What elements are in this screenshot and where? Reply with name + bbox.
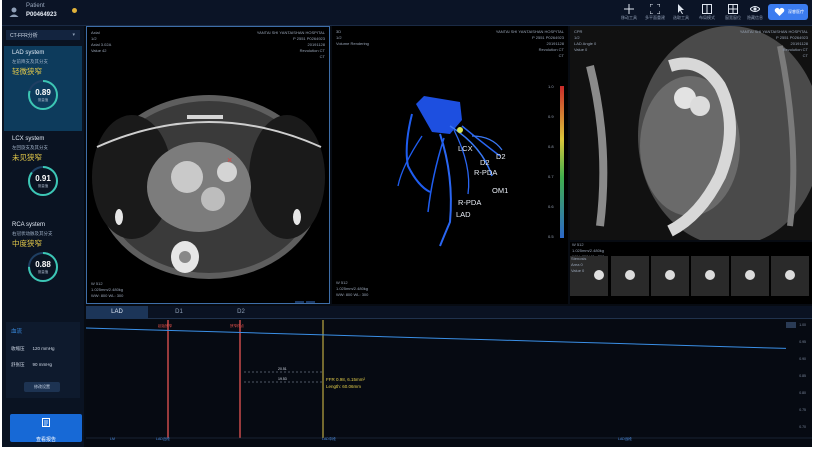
patient-name: Patient xyxy=(26,3,45,9)
curved-mpr-viewport[interactable]: CPR 1/2 LAD Angle 0 Value 0 YANTAI SHI YAN… xyxy=(570,26,812,240)
status-text: 未见狭窄 xyxy=(12,153,42,162)
vessel-label-r-pda-2: R-PDA xyxy=(458,198,482,207)
cross-section-thumb[interactable] xyxy=(771,256,809,296)
cross-section-thumb[interactable] xyxy=(731,256,769,296)
mpr-tool-button[interactable]: 多平面重建 xyxy=(641,3,669,23)
ffr-curve xyxy=(86,327,787,349)
vessel-label-lad: LAD xyxy=(456,210,471,219)
patient-id: P00464923 xyxy=(26,12,57,18)
cross-section-thumb[interactable] xyxy=(651,256,689,296)
crosshair-icon xyxy=(624,4,634,14)
focus-icon xyxy=(650,4,660,14)
chevron-down-icon: ▾ xyxy=(72,32,75,38)
vessel-label-r-pda: R-PDA xyxy=(474,168,498,177)
left-panel: CT-FFR分析 ▾ LAD system 左前降支及其分支 轻微狭窄 0.89… xyxy=(2,26,84,447)
vessel-label-om1: OM1 xyxy=(492,186,509,195)
segment-label: LAD远段 xyxy=(618,437,632,441)
blood-pressure-card: 血流 收缩压 120 mmHg 舒张压 90 mmHg 修改设置 xyxy=(6,322,80,398)
status-text: 轻微狭窄 xyxy=(12,67,42,76)
analysis-tab[interactable]: CT-FFR分析 ▾ xyxy=(6,30,80,40)
dimension-label: 19.53 xyxy=(278,377,287,381)
ffr-value: 0.89 xyxy=(35,88,51,97)
plot-menu-button[interactable] xyxy=(786,322,796,328)
lesion-marker[interactable]: × xyxy=(227,155,232,165)
ffr-value: 0.88 xyxy=(35,260,51,269)
heart-logo-icon xyxy=(774,7,785,17)
modify-settings-button[interactable]: 修改设置 xyxy=(24,382,60,392)
segment-label: LAD近段 xyxy=(156,437,170,441)
ffr-pullback-plot[interactable]: 起始狭窄 狭窄终点 20.51 19.53 FFR 0.98, 6.15mm² … xyxy=(86,320,812,447)
vessel-tabs: LAD D1 D2 xyxy=(86,306,812,319)
top-bar: Patient P00464923 移动工具 多平面重建 选取工具 布局模式 窗… xyxy=(2,0,812,26)
dimension-label: 20.51 xyxy=(278,367,287,371)
ffr-curve-svg xyxy=(86,320,812,439)
axial-ct-image xyxy=(87,27,329,303)
tab-lad[interactable]: LAD xyxy=(86,306,148,319)
lesion-end-label: 狭窄终点 xyxy=(230,324,244,328)
eye-icon xyxy=(750,6,760,12)
status-text: 中度狭窄 xyxy=(12,239,42,248)
status-indicator xyxy=(72,8,77,13)
ct-ffr-app: Patient P00464923 移动工具 多平面重建 选取工具 布局模式 窗… xyxy=(2,0,812,447)
tab-d2[interactable]: D2 xyxy=(210,306,272,319)
axial-ct-viewport[interactable]: Axial 1/2 Axial 3.02A Value 42 YANTAI SHI … xyxy=(86,26,330,304)
vessel-label-d2b: D2 xyxy=(496,152,506,161)
cross-section-thumb[interactable]: Stenosis Area 0 Value 0 xyxy=(570,256,608,296)
cross-section-thumb[interactable] xyxy=(611,256,649,296)
lesion-start-label: 起始狭窄 xyxy=(158,324,172,328)
brand-logo: 深睿医疗 xyxy=(768,4,808,20)
system-card-lad[interactable]: LAD system 左前降支及其分支 轻微狭窄 0.89 测量值 xyxy=(4,46,82,131)
cross-section-thumb[interactable] xyxy=(691,256,729,296)
layout-icon xyxy=(702,4,712,14)
ffr-colorbar xyxy=(560,86,564,238)
document-icon xyxy=(42,418,50,427)
ffr-value: 0.91 xyxy=(35,174,51,183)
segment-label: LM xyxy=(110,437,115,441)
hide-info-button[interactable]: 隐藏信息 xyxy=(741,3,769,23)
system-card-rca[interactable]: RCA system 右冠状动脉及其分支 中度狭窄 0.88 测量值 xyxy=(4,218,82,303)
vr-3d-viewport[interactable]: 3D 1/2 Volume Rendering YANTAI SHI YANTAIS… xyxy=(332,26,568,304)
vessel-label-d2: D2 xyxy=(480,158,490,167)
segment-label: LAD中段 xyxy=(322,437,336,441)
window-icon xyxy=(728,4,738,14)
view-report-button[interactable]: 查看报告 xyxy=(10,414,82,443)
tab-d1[interactable]: D1 xyxy=(148,306,210,319)
pointer-icon xyxy=(678,4,684,14)
system-card-lcx[interactable]: LCX system 左回旋支及其分支 未见狭窄 0.91 测量值 xyxy=(4,132,82,217)
viewport-settings-button[interactable] xyxy=(295,301,304,303)
vessel-label-lcx: LCX xyxy=(458,144,473,153)
viewport-maximize-button[interactable] xyxy=(306,301,315,303)
layout-tool-button[interactable]: 布局模式 xyxy=(693,3,721,23)
move-tool-button[interactable]: 移动工具 xyxy=(615,3,643,23)
select-tool-button[interactable]: 选取工具 xyxy=(667,3,695,23)
coronary-tree-image xyxy=(397,96,503,247)
measurement-readout: FFR 0.98, 6.15mm² Length: 60.06mm xyxy=(326,377,366,389)
cross-section-strip[interactable]: W 5121.025mm/2.480kg WW: 800 WL: 300 Ste… xyxy=(570,242,812,304)
patient-icon xyxy=(9,7,19,17)
